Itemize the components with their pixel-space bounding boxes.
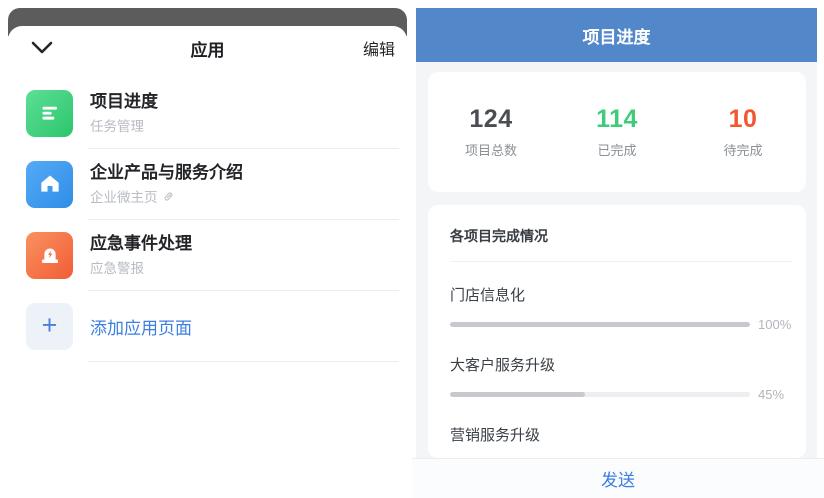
project-name: 门店信息化 (450, 286, 798, 306)
plus-glyph: + (42, 312, 58, 339)
app-item-title: 企业产品与服务介绍 (90, 162, 243, 183)
bottom-sheet: 应用 编辑 项目进度 任务管理 (8, 26, 407, 498)
project-name: 营销服务升级 (450, 426, 798, 446)
progress-fill (450, 392, 585, 397)
add-app-page-label: 添加应用页面 (90, 314, 192, 339)
progress-track (450, 322, 750, 327)
divider (450, 261, 792, 262)
stat-pending: 10 待完成 (680, 105, 806, 159)
edit-button[interactable]: 编辑 (363, 36, 395, 60)
project-name: 大客户服务升级 (450, 356, 798, 376)
screen: 应用 编辑 项目进度 任务管理 (0, 0, 824, 498)
stat-total-label: 项目总数 (465, 140, 517, 159)
app-item-subtitle: 任务管理 (90, 115, 158, 135)
progress-bar-row: 100% (450, 317, 798, 332)
stats-card: 124 项目总数 114 已完成 10 待完成 (428, 72, 806, 192)
plus-icon: + (26, 303, 73, 350)
app-item-title: 项目进度 (90, 91, 158, 112)
project-row: 大客户服务升级 45% (450, 356, 798, 402)
sheet-header: 应用 编辑 (8, 26, 407, 64)
projects-section-title: 各项目完成情况 (450, 205, 798, 246)
app-item-subtitle: 应急警报 (90, 257, 192, 277)
project-row: 门店信息化 100% (450, 286, 798, 332)
home-icon (26, 161, 73, 208)
task-list-icon (26, 90, 73, 137)
stat-completed-label: 已完成 (597, 140, 636, 159)
send-button-label: 发送 (601, 466, 635, 491)
app-list-item-emergency[interactable]: 应急事件处理 应急警报 (8, 220, 407, 290)
send-button[interactable]: 发送 (412, 458, 824, 498)
project-row: 营销服务升级 50% (450, 426, 798, 458)
app-list: 项目进度 任务管理 企业产品与服务介绍 企业微主页 (8, 78, 407, 362)
stat-completed: 114 已完成 (554, 105, 680, 159)
progress-bar-row: 45% (450, 387, 798, 402)
project-progress-preview: 项目进度 124 项目总数 114 已完成 10 待完成 各项目完成情况 门店信… (412, 0, 824, 498)
sheet-title: 应用 (8, 36, 407, 61)
stat-total: 124 项目总数 (428, 105, 554, 159)
add-app-page-row[interactable]: + 添加应用页面 (8, 291, 407, 361)
app-item-text: 项目进度 任务管理 (90, 91, 158, 135)
app-item-subtitle: 企业微主页 (90, 186, 243, 206)
progress-percent: 45% (758, 387, 798, 402)
chevron-down-icon[interactable] (30, 40, 54, 56)
app-picker-panel: 应用 编辑 项目进度 任务管理 (0, 0, 407, 498)
progress-fill (450, 322, 750, 327)
app-list-item-project-progress[interactable]: 项目进度 任务管理 (8, 78, 407, 148)
projects-card: 各项目完成情况 门店信息化 100% 大客户服务升级 45% (428, 205, 806, 458)
preview-header-title: 项目进度 (583, 23, 651, 48)
divider (88, 361, 399, 362)
alarm-icon (26, 232, 73, 279)
app-item-title: 应急事件处理 (90, 233, 192, 254)
app-item-text: 应急事件处理 应急警报 (90, 233, 192, 277)
progress-track (450, 392, 750, 397)
app-item-subtitle-text: 企业微主页 (90, 186, 158, 206)
stat-total-value: 124 (469, 105, 512, 134)
link-icon (162, 190, 175, 203)
app-list-item-company-intro[interactable]: 企业产品与服务介绍 企业微主页 (8, 149, 407, 219)
stat-completed-value: 114 (596, 105, 638, 134)
stat-pending-value: 10 (729, 105, 758, 134)
app-item-text: 企业产品与服务介绍 企业微主页 (90, 162, 243, 206)
preview-header: 项目进度 (416, 8, 817, 62)
stat-pending-label: 待完成 (723, 140, 762, 159)
progress-percent: 100% (758, 317, 798, 332)
